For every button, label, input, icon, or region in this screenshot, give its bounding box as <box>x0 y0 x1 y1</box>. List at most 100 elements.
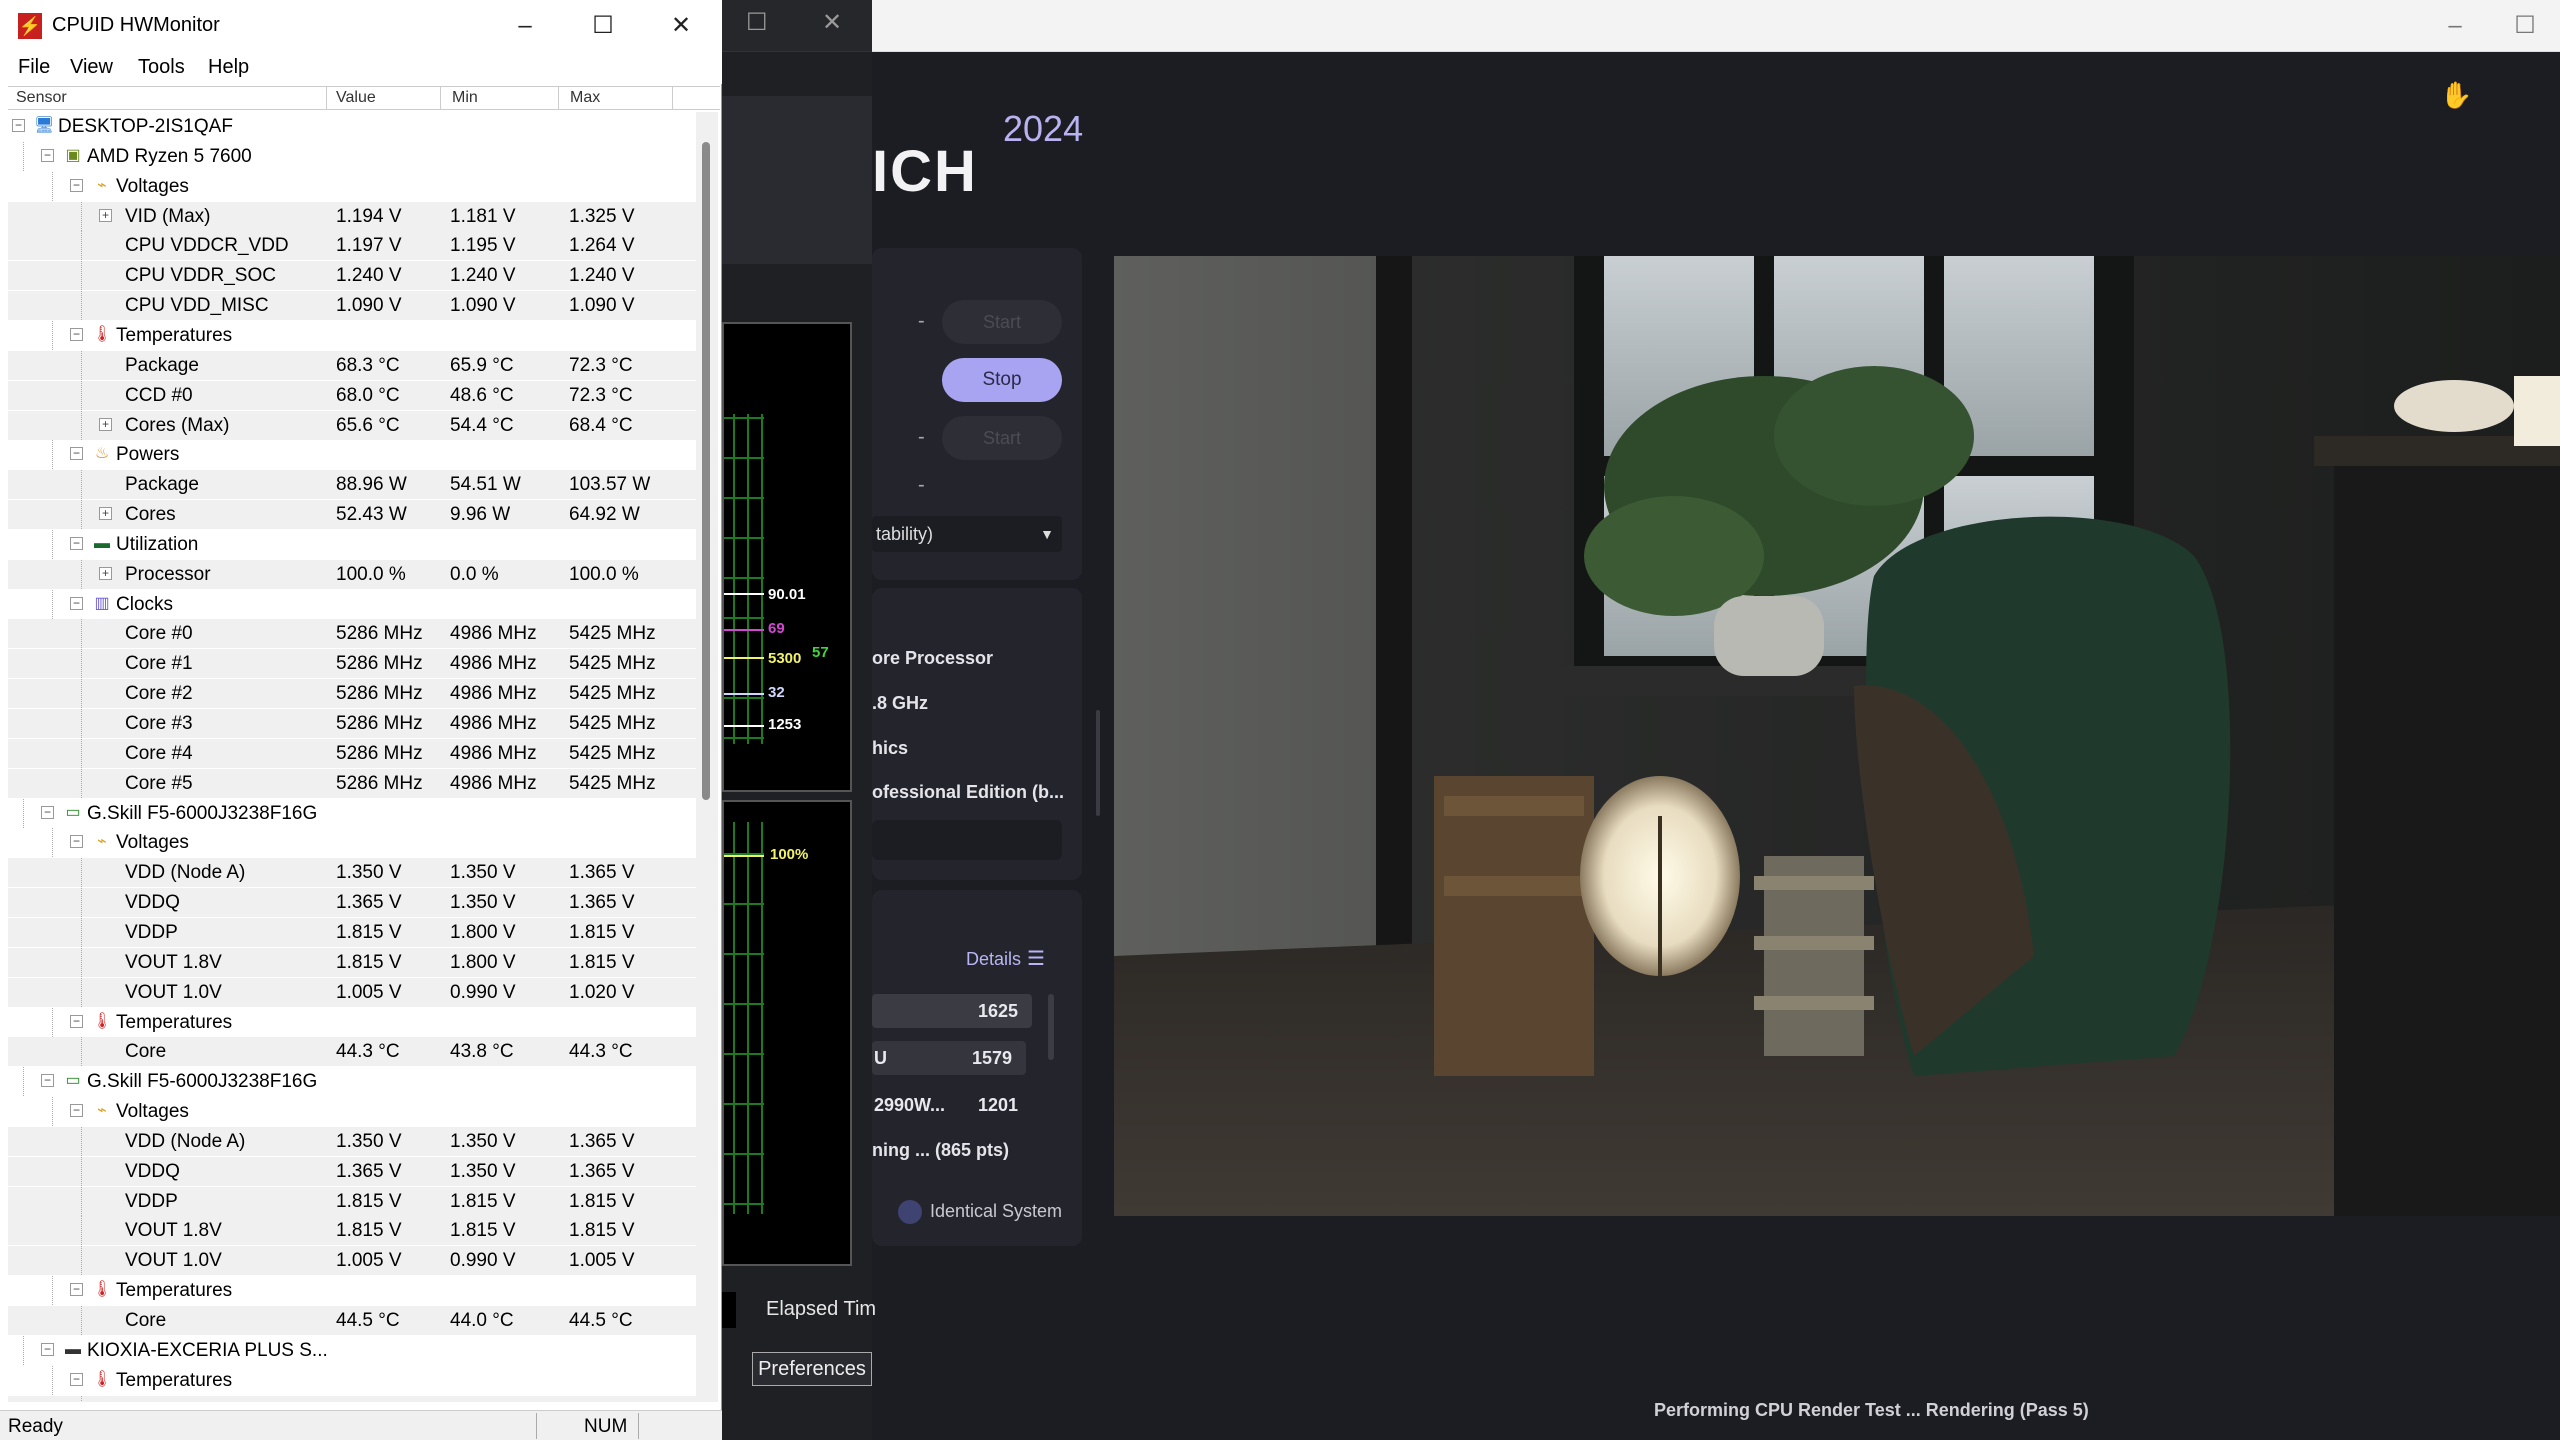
collapse-icon[interactable]: − <box>41 1074 54 1088</box>
expand-icon[interactable]: + <box>99 507 112 521</box>
maximize-icon[interactable]: ☐ <box>746 8 768 37</box>
table-row[interactable]: VOUT 1.8V 1.815 V 1.800 V 1.815 V <box>8 947 696 977</box>
menu-help[interactable]: Help <box>208 56 249 79</box>
details-button[interactable]: Details ☰ <box>966 946 1045 971</box>
ranking-scrollbar[interactable] <box>1048 994 1054 1060</box>
table-row[interactable]: − ▭ G.Skill F5-6000J3238F16G <box>8 1067 696 1097</box>
table-row[interactable]: Core #5 5286 MHz 4986 MHz 5425 MHz <box>8 768 696 798</box>
stop-button[interactable]: Stop <box>942 358 1062 402</box>
voltage-icon: ⌁ <box>97 1102 107 1120</box>
start-button-1[interactable]: Start <box>942 300 1062 344</box>
table-row[interactable]: − 🌡 Temperatures <box>8 1276 696 1306</box>
collapse-icon[interactable]: − <box>70 596 83 610</box>
test-mode-dropdown[interactable]: tability) ▼ <box>872 516 1062 552</box>
table-row[interactable]: VDD (Node A) 1.350 V 1.350 V 1.365 V <box>8 858 696 888</box>
close-icon[interactable]: ✕ <box>642 0 720 52</box>
preferences-button[interactable]: Preferences <box>752 1352 872 1386</box>
table-row[interactable]: Package 68.3 °C 65.9 °C 72.3 °C <box>8 350 696 380</box>
ranking-row-3[interactable]: 2990W... 1201 <box>872 1088 1032 1122</box>
table-row[interactable]: Core #0 5286 MHz 4986 MHz 5425 MHz <box>8 619 696 649</box>
table-row[interactable]: VOUT 1.0V 1.005 V 0.990 V 1.005 V <box>8 1246 696 1276</box>
minimize-icon[interactable]: – <box>486 0 564 52</box>
menu-bar: File View Tools Help <box>0 52 722 84</box>
ranking-row-1[interactable]: 1625 <box>872 994 1032 1028</box>
expand-icon[interactable]: + <box>99 208 112 222</box>
table-row[interactable]: + Cores 52.43 W 9.96 W 64.92 W <box>8 500 696 530</box>
column-min[interactable]: Min <box>452 89 478 107</box>
table-row[interactable]: − ▥ Clocks <box>8 589 696 619</box>
table-row[interactable]: + Processor 100.0 % 0.0 % 100.0 % <box>8 559 696 589</box>
table-row[interactable]: Core 44.5 °C 44.0 °C 44.5 °C <box>8 1306 696 1335</box>
maximize-icon[interactable]: ☐ <box>2490 0 2560 52</box>
table-row[interactable]: Package 88.96 W 54.51 W 103.57 W <box>8 470 696 500</box>
table-row[interactable]: − 🌡 Temperatures <box>8 1365 696 1395</box>
column-value[interactable]: Value <box>336 89 376 107</box>
column-sensor[interactable]: Sensor <box>16 89 67 107</box>
collapse-icon[interactable]: − <box>41 148 54 162</box>
collapse-icon[interactable]: − <box>70 327 83 341</box>
sensor-name: Voltages <box>116 832 189 854</box>
table-row[interactable]: VDDP 1.815 V 1.815 V 1.815 V <box>8 1186 696 1216</box>
table-row[interactable]: − ♨ Powers <box>8 440 696 470</box>
table-row[interactable]: − ⌁ Voltages <box>8 1097 696 1127</box>
panel-resize-handle[interactable] <box>1096 710 1100 816</box>
table-row[interactable]: + VID (Max) 1.194 V 1.181 V 1.325 V <box>8 201 696 231</box>
ranking-row-2[interactable]: U 1579 <box>872 1041 1026 1075</box>
table-row[interactable]: Core #1 5286 MHz 4986 MHz 5425 MHz <box>8 649 696 679</box>
table-row[interactable]: CPU VDDCR_VDD 1.197 V 1.195 V 1.264 V <box>8 231 696 261</box>
table-row[interactable]: − ▬ Utilization <box>8 529 696 559</box>
ranking-label: 2990W... <box>874 1095 946 1115</box>
collapse-icon[interactable]: − <box>70 1014 83 1028</box>
table-row[interactable]: VDDP 1.815 V 1.800 V 1.815 V <box>8 917 696 947</box>
table-row[interactable]: − 🌡 Temperatures <box>8 1007 696 1037</box>
table-row[interactable]: Core #3 5286 MHz 4986 MHz 5425 MHz <box>8 709 696 738</box>
elapsed-time-box <box>722 1292 736 1328</box>
collapse-icon[interactable]: − <box>70 536 83 550</box>
cinebench-logo: ICH <box>872 139 978 204</box>
collapse-icon[interactable]: − <box>41 1342 54 1356</box>
table-row[interactable]: VDDQ 1.365 V 1.350 V 1.365 V <box>8 1156 696 1186</box>
collapse-icon[interactable]: − <box>70 447 83 461</box>
table-row[interactable]: VOUT 1.8V 1.815 V 1.815 V 1.815 V <box>8 1216 696 1246</box>
table-row[interactable]: VOUT 1.0V 1.005 V 0.990 V 1.020 V <box>8 977 696 1007</box>
collapse-icon[interactable]: − <box>41 805 54 819</box>
table-row[interactable]: VDD (Node A) 1.350 V 1.350 V 1.365 V <box>8 1126 696 1156</box>
table-row[interactable]: − 🌡 Temperatures <box>8 320 696 350</box>
table-row[interactable]: Core #2 5286 MHz 4986 MHz 5425 MHz <box>8 679 696 709</box>
sensor-min: 1.815 V <box>450 1220 516 1242</box>
start-button-2[interactable]: Start <box>942 416 1062 460</box>
table-row[interactable]: − ⌁ Voltages <box>8 828 696 858</box>
table-row[interactable]: CPU VDD_MISC 1.090 V 1.090 V 1.090 V <box>8 291 696 321</box>
table-row[interactable]: + Cores (Max) 65.6 °C 54.4 °C 68.4 °C <box>8 410 696 440</box>
collapse-icon[interactable]: − <box>70 835 83 849</box>
expand-icon[interactable]: + <box>99 566 112 580</box>
table-row[interactable]: − 🖥 DESKTOP-2IS1QAF <box>8 112 696 141</box>
table-row[interactable]: − ⌁ Voltages <box>8 171 696 201</box>
collapse-icon[interactable]: − <box>70 1104 83 1118</box>
collapse-icon[interactable]: − <box>70 1372 83 1386</box>
table-row[interactable]: CCD #0 68.0 °C 48.6 °C 72.3 °C <box>8 380 696 410</box>
info-input-field[interactable] <box>872 820 1062 860</box>
table-row[interactable]: CPU VDDR_SOC 1.240 V 1.240 V 1.240 V <box>8 261 696 291</box>
collapse-icon[interactable]: − <box>70 1283 83 1297</box>
scrollbar-thumb[interactable] <box>702 142 710 800</box>
minimize-icon[interactable]: – <box>2420 0 2490 52</box>
table-row[interactable]: Core #4 5286 MHz 4986 MHz 5425 MHz <box>8 738 696 768</box>
expand-icon[interactable]: + <box>99 417 112 431</box>
table-row[interactable]: Assembly 30.0 °C 30.0 °C 30.0 °C <box>8 1395 696 1402</box>
table-row[interactable]: − ▣ AMD Ryzen 5 7600 <box>8 141 696 171</box>
collapse-icon[interactable]: − <box>70 178 83 192</box>
tree-scrollbar[interactable] <box>696 112 718 1402</box>
column-max[interactable]: Max <box>570 89 600 107</box>
table-row[interactable]: − ▭ G.Skill F5-6000J3238F16G <box>8 798 696 828</box>
collapse-icon[interactable]: − <box>12 119 25 132</box>
menu-tools[interactable]: Tools <box>138 56 185 79</box>
table-row[interactable]: Core 44.3 °C 43.8 °C 44.3 °C <box>8 1037 696 1067</box>
table-row[interactable]: − ▬ KIOXIA-EXCERIA PLUS S... <box>8 1335 696 1365</box>
close-icon[interactable]: ✕ <box>822 8 842 37</box>
menu-file[interactable]: File <box>18 56 50 79</box>
identical-system-toggle[interactable]: Identical System <box>898 1200 1062 1224</box>
table-row[interactable]: VDDQ 1.365 V 1.350 V 1.365 V <box>8 888 696 918</box>
menu-view[interactable]: View <box>70 56 113 79</box>
maximize-icon[interactable]: ☐ <box>564 0 642 52</box>
